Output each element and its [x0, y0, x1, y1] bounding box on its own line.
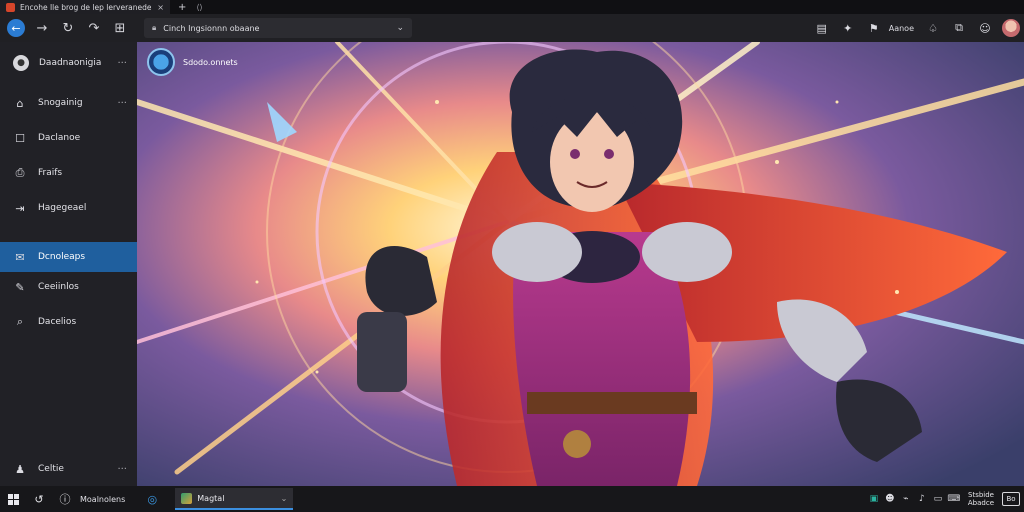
share-icon: ↷ [88, 20, 100, 36]
sidebar-item-label: Hagegeael [38, 203, 87, 213]
store-icon[interactable]: ▣ [866, 494, 882, 504]
sidebar-profile[interactable]: ● Daadnaonigia ··· [0, 48, 137, 78]
sidebar-item-2[interactable]: ☐ Daclanoe [0, 123, 137, 153]
browser-tab[interactable]: Encohe Ile brog de lep lerveranedes × [0, 0, 170, 14]
clock-date: Abadce [967, 499, 994, 507]
toolbar-label[interactable]: Aanoe [889, 24, 914, 33]
sidebar-item-label: Daclanoe [38, 133, 81, 143]
browser-icon: ◎ [147, 492, 158, 506]
feedback-icon[interactable]: ☺ [972, 16, 998, 40]
language-icon[interactable]: ⌨ [946, 494, 962, 504]
taskbar-app-label: Magtal [197, 493, 225, 503]
info-button[interactable]: ⓘ [52, 486, 78, 512]
sidebar-item-6[interactable]: ✎ Ceeiinlos [0, 272, 137, 302]
taskbar-search-label[interactable]: Moalnolens [80, 495, 125, 504]
extensions-icon[interactable]: ✦ [835, 16, 861, 40]
history-icon: ↺ [34, 492, 44, 506]
edit-icon: ✎ [15, 280, 25, 294]
refresh-button[interactable]: ↻ [55, 15, 81, 41]
sidebar: ● Daadnaonigia ··· ⌂ Snogainig ··· ☐ Dac… [0, 42, 137, 486]
sidebar-item-label: Snogainig [38, 98, 83, 108]
address-bar[interactable]: 🔒︎ Cinch Ingsionnn obaane ⌄ [144, 18, 412, 38]
new-tab-icon[interactable]: + [178, 2, 186, 13]
share-button[interactable]: ↷ [81, 15, 107, 41]
system-tray: ▣ ☻ ⌁ ♪ ▭ ⌨ Stsbide Abadce Bo [866, 486, 1020, 512]
flag-icon[interactable]: ⚑ [861, 16, 887, 40]
speaker-icon[interactable]: ♪ [914, 494, 930, 504]
sidebar-bottom-item[interactable]: ♟ Celtie ··· [0, 454, 137, 484]
main-content: Sdodo.onnets [137, 42, 1024, 486]
profile-avatar[interactable] [1002, 19, 1020, 37]
sidebar-item-label: Fraifs [38, 168, 63, 178]
collections-icon[interactable]: ⧉ [946, 16, 972, 40]
reader-icon[interactable]: ▤ [809, 16, 835, 40]
tab-close-icon[interactable]: × [157, 3, 164, 12]
info-icon: ⓘ [59, 493, 71, 506]
back-arrow-icon: ← [7, 19, 25, 37]
history-button[interactable]: ↺ [26, 486, 52, 512]
people-icon[interactable]: ☻ [882, 494, 898, 504]
address-text: Cinch Ingsionnn obaane [163, 23, 260, 33]
windows-logo-icon [7, 493, 19, 505]
hero-illustration [137, 42, 1024, 486]
square-icon: ☐ [15, 131, 25, 145]
person-icon: ♟ [15, 462, 25, 476]
document-icon: ⎙ [15, 166, 25, 179]
clock-time: Stsbide [968, 491, 994, 499]
favorites-icon[interactable]: ♤ [920, 16, 946, 40]
chevron-down-icon: ⌄ [280, 493, 288, 503]
search-icon: ⌕ [16, 315, 24, 328]
more-icon[interactable]: ··· [117, 464, 127, 475]
channel-logo-icon [147, 48, 175, 76]
tab-strip: Encohe Ile brog de lep lerveranedes × + … [0, 0, 1024, 14]
chevron-down-icon[interactable]: ⌄ [396, 23, 404, 33]
browser-toolbar: ← → ↻ ↷ ⊞ 🔒︎ Cinch Ingsionnn obaane ⌄ ▤ … [0, 14, 1024, 42]
lock-icon: 🔒︎ [152, 23, 157, 32]
channel-chip-label: Sdodo.onnets [183, 57, 238, 67]
start-button[interactable] [0, 486, 26, 512]
forward-arrow-icon: → [36, 20, 48, 36]
notification-button[interactable]: Bo [1002, 492, 1020, 506]
sidebar-item-4[interactable]: ⇥ Hagegeael [0, 193, 137, 223]
tab-title: Encohe Ile brog de lep lerveranedes [20, 2, 152, 12]
browser-window: Encohe Ile brog de lep lerveranedes × + … [0, 0, 1024, 512]
channel-chip[interactable]: Sdodo.onnets [147, 48, 238, 76]
network-icon[interactable]: ⌁ [898, 494, 914, 504]
tab-actions-icon[interactable]: ⟨⟩ [196, 3, 202, 12]
edge-button[interactable]: ◎ [139, 486, 165, 512]
grid-icon: ⊞ [114, 20, 126, 36]
app-icon [181, 492, 193, 504]
battery-icon[interactable]: ▭ [930, 494, 946, 504]
forward-button[interactable]: → [29, 15, 55, 41]
back-button[interactable]: ← [3, 15, 29, 41]
toolbar-actions: ▤ ✦ ⚑ Aanoe ♤ ⧉ ☺ [809, 16, 1020, 40]
sidebar-bottom-label: Celtie [38, 464, 64, 474]
clock[interactable]: Stsbide Abadce [968, 491, 994, 507]
sidebar-item-3[interactable]: ⎙ Fraifs [0, 158, 137, 188]
home-icon: ⌂ [16, 96, 24, 110]
user-icon: ● [13, 55, 29, 71]
sidebar-item-label: Dcnoleaps [38, 252, 86, 262]
sidebar-item-label: Ceeiinlos [38, 282, 79, 292]
sidebar-item-label: Dacelios [38, 317, 77, 327]
sidebar-profile-label: Daadnaonigia [39, 58, 102, 68]
sidebar-item-1[interactable]: ⌂ Snogainig ··· [0, 88, 137, 118]
sidebar-item-7[interactable]: ⌕ Dacelios [0, 307, 137, 337]
taskbar-app-active[interactable]: Magtal ⌄ [175, 488, 294, 510]
sidebar-item-5-active[interactable]: ✉ Dcnoleaps [0, 242, 137, 272]
inbox-icon: ✉ [15, 250, 25, 264]
favicon-icon [6, 2, 15, 12]
taskbar: ↺ ⓘ Moalnolens ◎ Magtal ⌄ ▣ ☻ ⌁ ♪ ▭ ⌨ St… [0, 486, 1024, 512]
export-icon: ⇥ [15, 201, 25, 215]
more-icon[interactable]: ··· [117, 98, 127, 109]
refresh-icon: ↻ [62, 20, 74, 36]
apps-button[interactable]: ⊞ [107, 15, 133, 41]
more-icon[interactable]: ··· [117, 58, 127, 69]
